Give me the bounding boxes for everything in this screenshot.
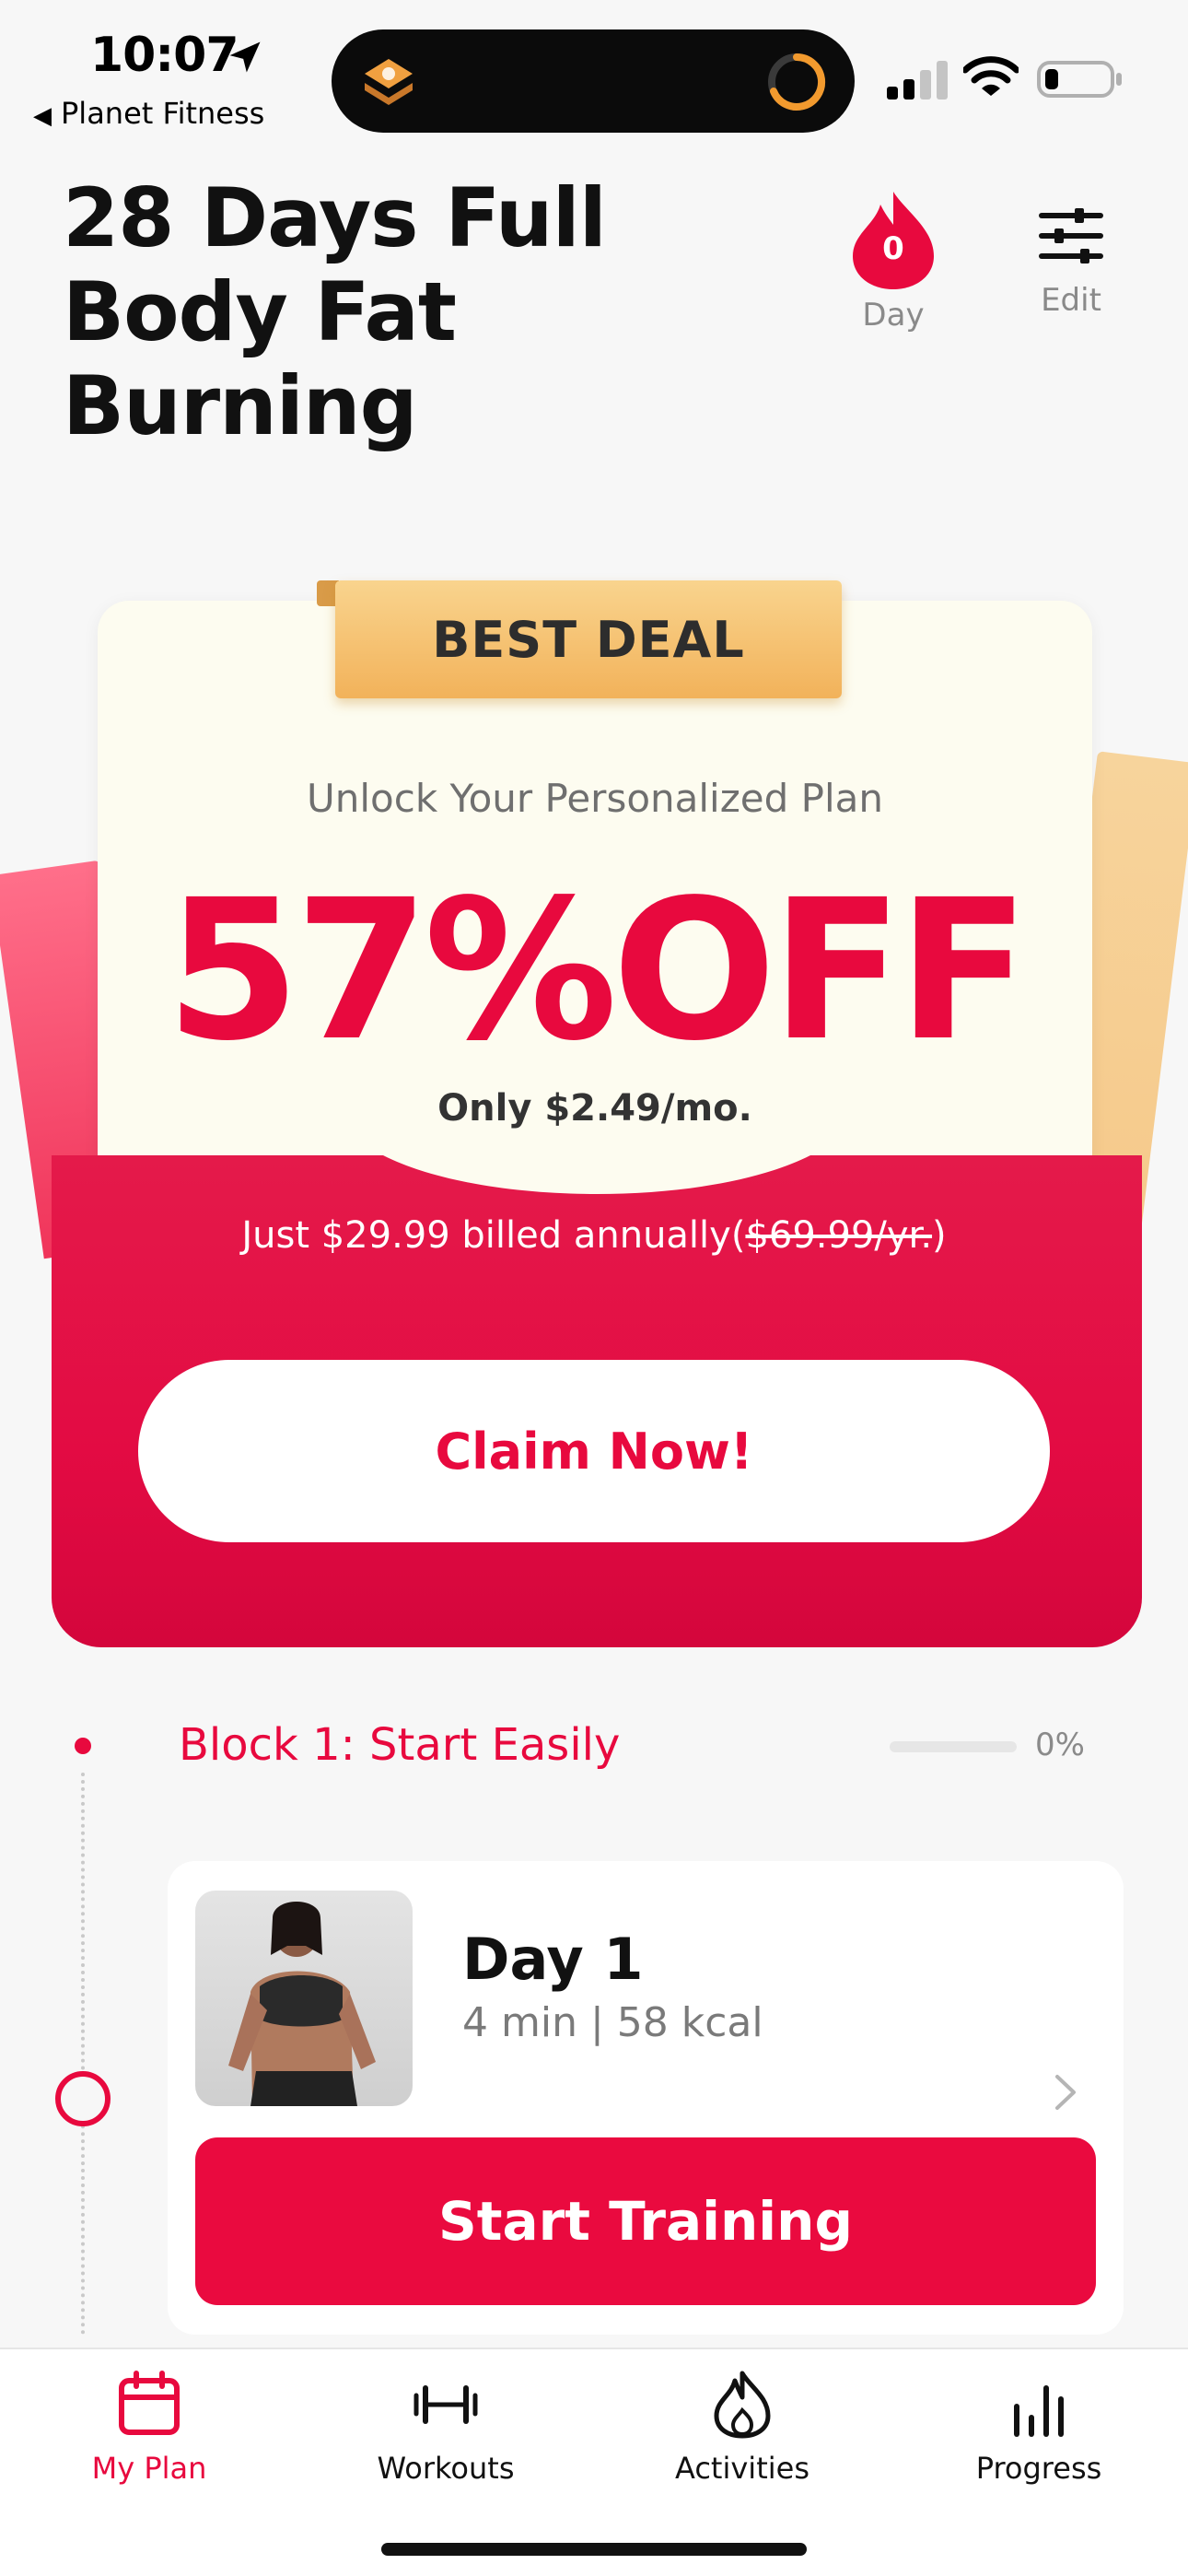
day-title: Day 1: [462, 1926, 644, 1993]
billing-suffix: ): [932, 1214, 947, 1257]
day-streak-badge[interactable]: 0 Day: [844, 188, 943, 334]
island-progress-ring-icon: [768, 53, 826, 111]
day-meta: 4 min | 58 kcal: [462, 1999, 763, 2046]
dumbbell-icon: [413, 2385, 478, 2424]
calendar-icon: [119, 2371, 180, 2435]
tab-label: Workouts: [377, 2451, 515, 2486]
edit-button[interactable]: Edit: [1031, 206, 1111, 319]
battery-icon: [1037, 61, 1122, 98]
promo-monthly-price: Only $2.49/mo.: [437, 1087, 752, 1130]
tab-activities[interactable]: Activities: [604, 2370, 880, 2486]
best-deal-ribbon: BEST DEAL: [335, 580, 842, 698]
block-progress-bar: [890, 1741, 1017, 1752]
tab-label: My Plan: [91, 2451, 207, 2486]
bar-chart-icon: [1014, 2385, 1064, 2437]
cellular-signal-icon: [887, 61, 948, 100]
promo-card: BEST DEAL Unlock Your Personalized Plan …: [0, 553, 1188, 1658]
status-bar: 10:07 ◀ Planet Fitness: [0, 0, 1188, 147]
dynamic-island[interactable]: [332, 29, 855, 133]
workout-thumbnail: [195, 1891, 413, 2106]
wifi-icon: [963, 56, 1019, 96]
location-arrow-icon: [229, 41, 261, 73]
tab-progress[interactable]: Progress: [901, 2370, 1177, 2486]
tab-bar: My Plan Workouts Activities Progress: [0, 2348, 1188, 2576]
day-label: Day: [862, 297, 925, 334]
claim-now-button[interactable]: Claim Now!: [138, 1360, 1050, 1542]
edit-label: Edit: [1041, 282, 1101, 319]
promo-billing: Just $29.99 billed annually($69.99/yr.): [0, 1214, 1188, 1257]
tab-my-plan[interactable]: My Plan: [11, 2370, 287, 2486]
tab-workouts[interactable]: Workouts: [308, 2370, 584, 2486]
tab-label: Progress: [975, 2451, 1102, 2486]
flame-outline-icon: [714, 2371, 771, 2439]
timeline-dot: [75, 1738, 91, 1754]
plan-title: 28 Days Full Body Fat Burning: [63, 170, 607, 453]
timeline-day-marker: [55, 2071, 111, 2126]
island-app-icon: [365, 59, 413, 105]
sliders-icon: [1039, 208, 1103, 263]
tab-label: Activities: [675, 2451, 809, 2486]
back-triangle-icon: ◀: [33, 102, 52, 130]
block-progress-percent: 0%: [1035, 1727, 1085, 1763]
athlete-figure-icon: [228, 1902, 376, 2106]
timeline-line: [81, 1773, 85, 2335]
block-title[interactable]: Block 1: Start Easily: [179, 1719, 620, 1771]
back-to-app-link[interactable]: ◀ Planet Fitness: [33, 96, 264, 131]
day-count: 0: [882, 230, 904, 267]
billing-old-price: $69.99/yr.: [745, 1214, 933, 1257]
start-training-button[interactable]: Start Training: [195, 2137, 1096, 2305]
promo-discount: 57%OFF: [165, 858, 1030, 1083]
back-app-label: Planet Fitness: [61, 96, 265, 131]
promo-subtitle: Unlock Your Personalized Plan: [307, 776, 883, 821]
chevron-right-icon[interactable]: [1052, 2071, 1079, 2113]
home-indicator[interactable]: [381, 2543, 807, 2556]
status-time: 10:07: [90, 28, 239, 83]
day-card[interactable]: Day 1 4 min | 58 kcal Start Training: [168, 1861, 1124, 2335]
billing-prefix: Just $29.99 billed annually(: [241, 1214, 746, 1257]
